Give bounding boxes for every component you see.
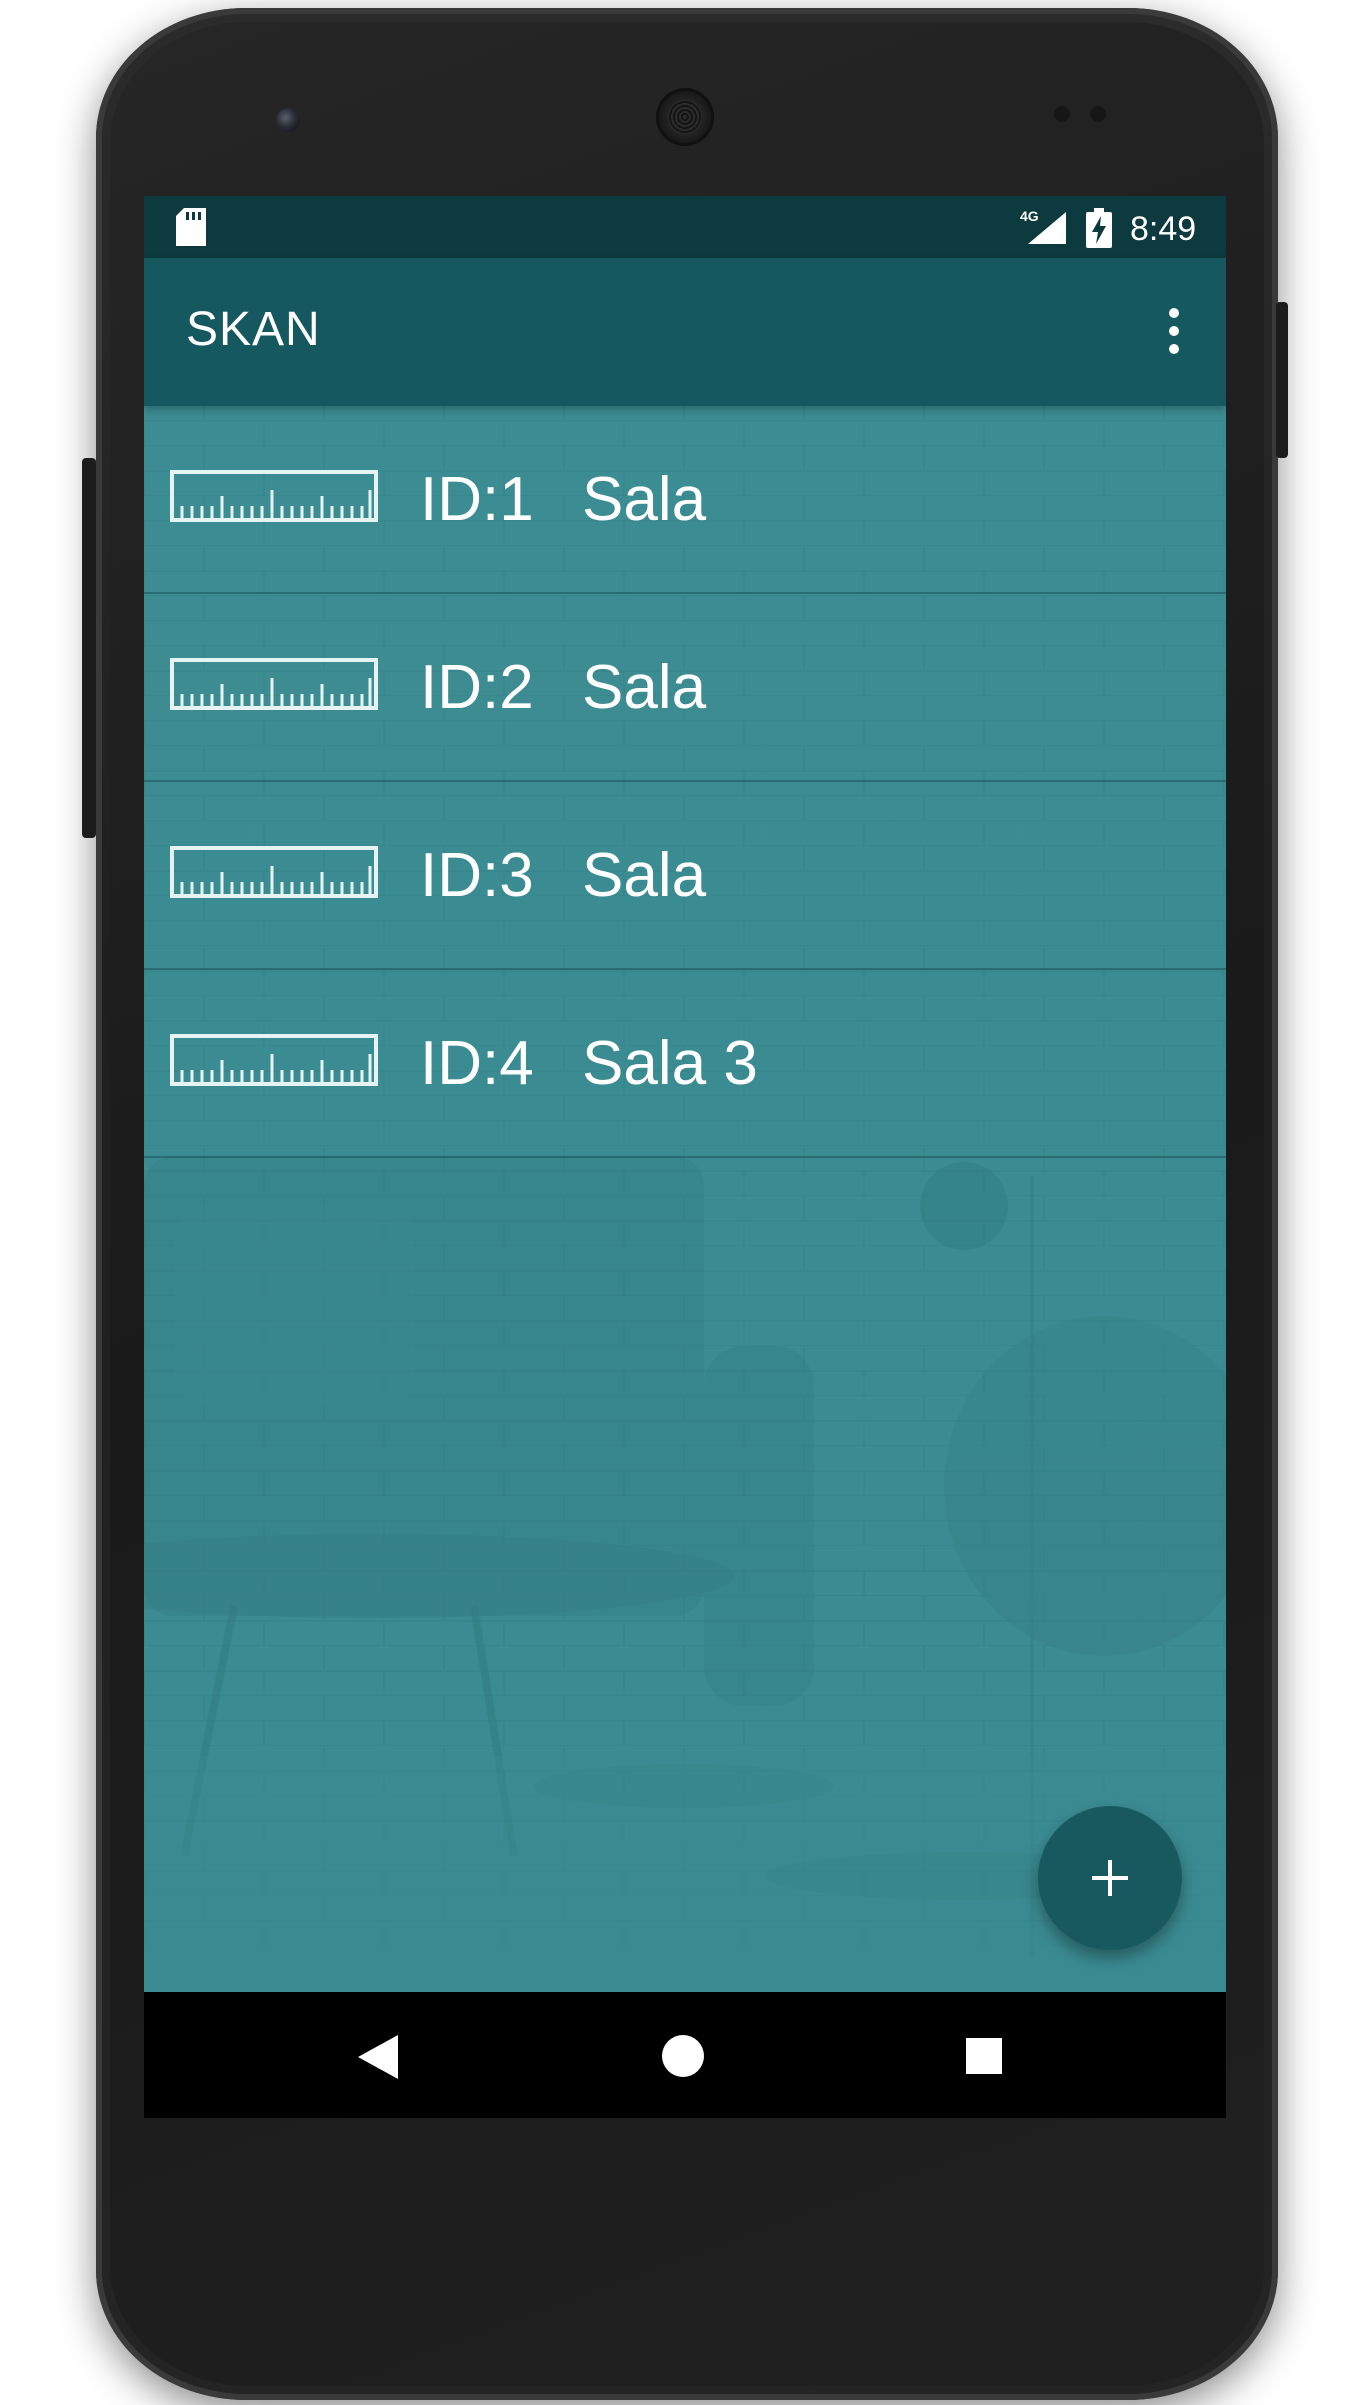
home-icon[interactable] — [662, 2035, 704, 2077]
ruler-icon — [170, 470, 378, 522]
ruler-icon — [170, 1034, 378, 1086]
back-icon[interactable] — [358, 2035, 398, 2079]
app-bar: SKAN — [144, 258, 1226, 406]
item-name-label: Sala — [582, 465, 707, 534]
light-sensor — [1090, 106, 1106, 122]
overflow-menu-icon[interactable] — [1154, 298, 1194, 364]
navigation-bar — [144, 1992, 1226, 2118]
item-name-label: Sala — [582, 653, 707, 722]
list-item[interactable]: ID:1 Sala — [144, 406, 1226, 594]
item-id-label: ID:2 — [420, 653, 534, 722]
status-clock: 8:49 — [1130, 210, 1197, 248]
item-id-label: ID:3 — [420, 841, 534, 910]
screen: 4G 8:49 SKAN ID:1 Sala ID:2 Sala ID:3 Sa… — [144, 196, 1226, 2118]
power-button — [1276, 302, 1288, 458]
proximity-sensor — [1054, 106, 1070, 122]
item-id-label: ID:1 — [420, 465, 534, 534]
recents-icon[interactable] — [966, 2038, 1002, 2074]
battery-charging-icon — [1086, 208, 1112, 248]
list-item[interactable]: ID:4 Sala 3 — [144, 970, 1226, 1158]
add-room-button[interactable] — [1038, 1806, 1182, 1950]
sd-card-icon — [176, 208, 206, 246]
ruler-icon — [170, 846, 378, 898]
list-item[interactable]: ID:3 Sala — [144, 782, 1226, 970]
list-item[interactable]: ID:2 Sala — [144, 594, 1226, 782]
earpiece-speaker — [656, 88, 714, 146]
item-id-label: ID:4 — [420, 1029, 534, 1098]
room-list: ID:1 Sala ID:2 Sala ID:3 Sala ID:4 Sala … — [144, 406, 1226, 1158]
front-camera — [276, 108, 300, 132]
app-title: SKAN — [186, 303, 321, 356]
item-name-label: Sala — [582, 841, 707, 910]
status-bar: 4G 8:49 — [144, 196, 1226, 258]
volume-button — [82, 458, 96, 838]
item-name-label: Sala 3 — [582, 1029, 758, 1098]
ruler-icon — [170, 658, 378, 710]
signal-icon — [1028, 212, 1066, 244]
